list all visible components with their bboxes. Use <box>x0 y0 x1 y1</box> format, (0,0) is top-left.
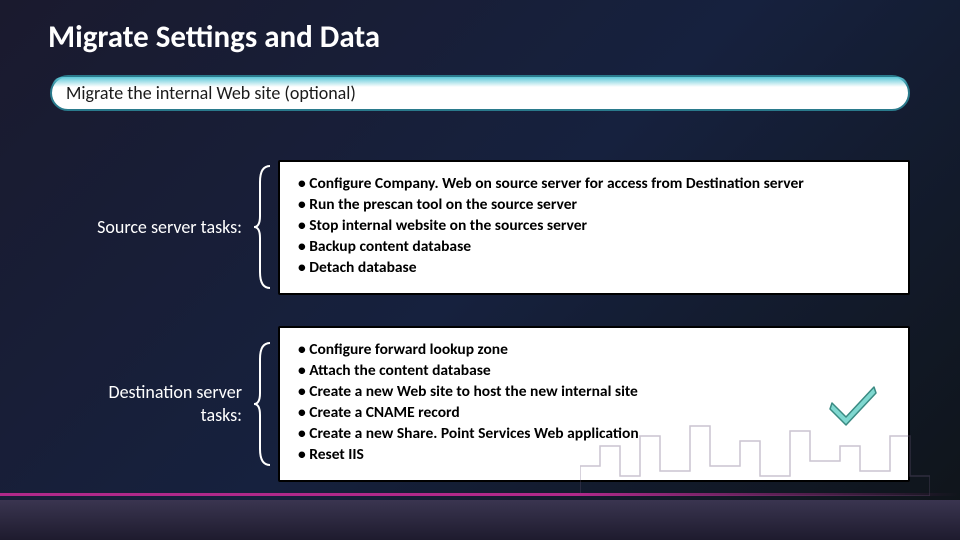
source-tasks-list: Configure Company. Web on source server … <box>298 174 890 279</box>
footer-bar <box>0 500 960 540</box>
source-tasks-card: Configure Company. Web on source server … <box>278 160 910 295</box>
list-item: Create a new Web site to host the new in… <box>298 382 890 403</box>
source-label: Source server tasks: <box>70 216 250 239</box>
list-item: Stop internal website on the sources ser… <box>298 216 890 237</box>
skyline-decoration <box>580 416 930 496</box>
brace-icon <box>250 162 278 292</box>
destination-label: Destination server tasks: <box>70 381 250 426</box>
list-item: Detach database <box>298 258 890 279</box>
subtitle-text: Migrate the internal Web site (optional) <box>66 82 356 104</box>
brace-icon <box>250 339 278 469</box>
list-item: Backup content database <box>298 237 890 258</box>
page-title: Migrate Settings and Data <box>48 18 380 56</box>
source-tasks-row: Source server tasks: Configure Company. … <box>70 160 910 295</box>
list-item: Attach the content database <box>298 361 890 382</box>
subtitle-panel: Migrate the internal Web site (optional) <box>50 75 910 111</box>
footer-accent-line <box>0 493 960 496</box>
list-item: Configure Company. Web on source server … <box>298 174 890 195</box>
list-item: Run the prescan tool on the source serve… <box>298 195 890 216</box>
list-item: Configure forward lookup zone <box>298 340 890 361</box>
